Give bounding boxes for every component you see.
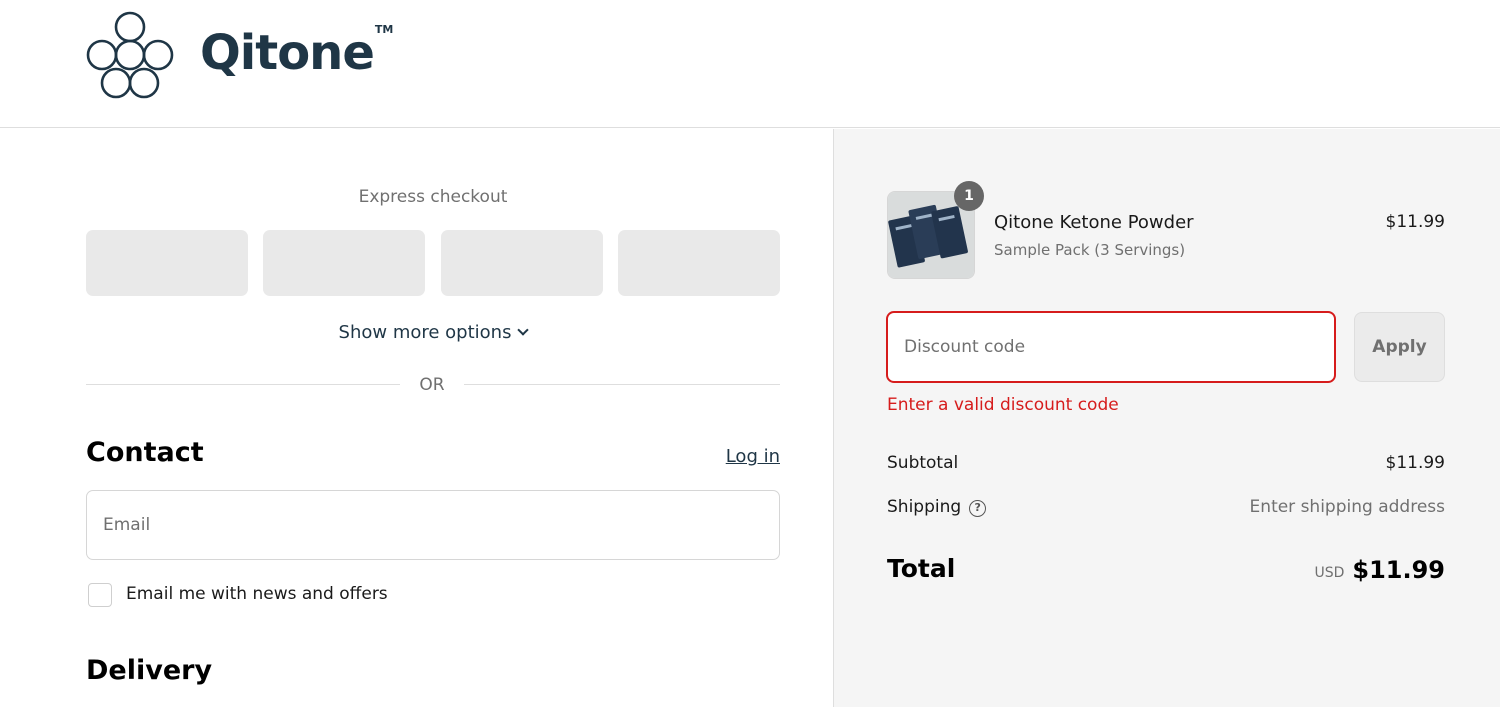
quantity-badge: 1 xyxy=(954,181,984,211)
divider-right xyxy=(464,384,780,385)
shipping-value: Enter shipping address xyxy=(1249,497,1445,517)
product-price: $11.99 xyxy=(1385,212,1445,232)
total-label: Total xyxy=(887,554,956,583)
show-more-label: Show more options xyxy=(338,322,512,343)
newsletter-label[interactable]: Email me with news and offers xyxy=(126,584,388,604)
delivery-heading: Delivery xyxy=(86,655,213,686)
shipping-label-row: Shipping? xyxy=(887,497,987,518)
help-circle-icon[interactable]: ? xyxy=(969,500,987,517)
discount-code-input[interactable] xyxy=(886,311,1336,383)
currency-code: USD xyxy=(1314,565,1345,581)
express-checkout-title: Express checkout xyxy=(358,187,508,207)
divider-left xyxy=(86,384,400,385)
express-pay-button-4[interactable] xyxy=(618,230,780,296)
newsletter-checkbox[interactable] xyxy=(88,583,112,607)
discount-error-message: Enter a valid discount code xyxy=(887,395,1119,415)
express-pay-button-1[interactable] xyxy=(86,230,248,296)
or-divider-label: OR xyxy=(419,375,445,395)
express-pay-button-2[interactable] xyxy=(263,230,425,296)
brand-logo[interactable]: Qitone TM xyxy=(84,8,393,102)
brand-name: Qitone xyxy=(200,25,375,81)
chevron-down-icon xyxy=(517,324,530,336)
trademark-mark: TM xyxy=(374,22,394,36)
apply-discount-button[interactable]: Apply xyxy=(1354,312,1445,382)
show-more-options-button[interactable]: Show more options xyxy=(86,322,780,343)
shipping-label: Shipping xyxy=(887,497,962,517)
site-header: Qitone TM xyxy=(0,0,1500,128)
qitone-logo-icon xyxy=(86,11,174,99)
contact-heading: Contact xyxy=(86,437,204,468)
product-variant: Sample Pack (3 Servings) xyxy=(994,241,1186,259)
email-field[interactable] xyxy=(86,490,780,560)
log-in-link[interactable]: Log in xyxy=(700,446,780,467)
total-value: $11.99 xyxy=(1352,556,1445,584)
product-name: Qitone Ketone Powder xyxy=(994,212,1194,233)
order-summary: 1 Qitone Ketone Powder Sample Pack (3 Se… xyxy=(833,129,1500,707)
subtotal-label: Subtotal xyxy=(887,453,959,473)
subtotal-value: $11.99 xyxy=(1385,453,1445,473)
express-pay-button-3[interactable] xyxy=(441,230,603,296)
checkout-main: Express checkout Show more options OR Co… xyxy=(0,129,833,707)
total-amount: USD $11.99 xyxy=(1194,556,1445,584)
